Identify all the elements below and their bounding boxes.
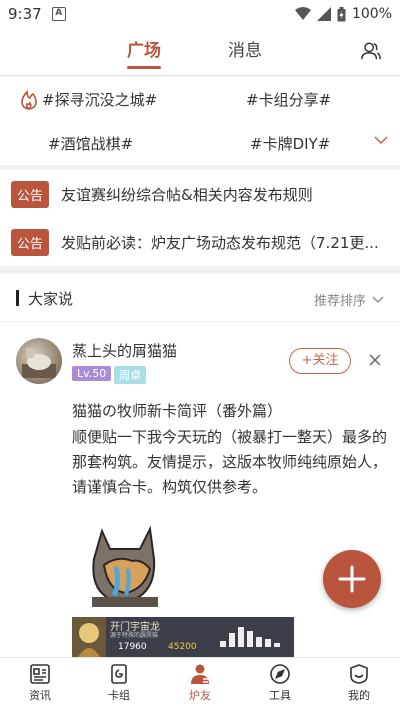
notice-text: 发贴前必读：炉友广场动态发布规范（7.21更... [61,233,379,252]
mana-curve-chart [220,627,280,647]
nav-deck[interactable]: 卡组 [89,663,149,703]
friends-icon[interactable] [360,40,382,62]
status-indicators: 100% [294,6,392,22]
notice-list: 公告 友谊赛纠纷综合帖&相关内容发布规则 公告 发贴前必读：炉友广场动态发布规范… [0,170,400,266]
nav-friends[interactable]: 炉友 [170,663,230,703]
profile-icon [350,664,368,684]
hero-portrait-icon [72,617,106,657]
nav-profile[interactable]: 我的 [329,663,389,703]
topic-label: #卡组分享# [246,91,332,109]
sort-dropdown[interactable]: 推荐排序 [314,290,384,309]
tab-square[interactable]: 广场 [127,36,161,61]
topic-grid: #探寻沉没之城# #卡组分享# #酒馆战棋# #卡牌DIY# [0,77,400,165]
status-bar: 9:37 A 100% [0,0,400,28]
nav-label: 我的 [348,689,370,702]
top-nav: 广场 消息 [0,28,400,76]
status-time: 9:37 [8,5,42,23]
nav-label: 工具 [269,689,291,702]
friends-icon [191,664,209,684]
compass-icon [270,664,290,684]
news-icon [30,664,50,684]
follow-button[interactable]: +关注 [289,348,351,374]
gold-cost: 45200 [168,642,197,652]
topic-item[interactable]: #探寻沉没之城# [20,89,157,110]
banner-subtitle: 源于特殊的霹雳猫 [110,632,159,639]
dust-cost: 17960 [118,642,147,652]
nav-label: 炉友 [189,689,211,702]
topic-item[interactable]: #酒馆战棋# [48,133,133,154]
level-badge: Lv.50 [72,366,112,381]
create-post-button[interactable] [323,550,381,608]
fire-icon [21,89,37,110]
plus-icon [338,565,366,593]
nav-label: 资讯 [29,689,51,702]
user-tag-badge: 周卓 [114,366,146,384]
section-accent-bar [16,290,19,306]
nav-label: 卡组 [108,689,130,702]
topic-item[interactable]: #卡牌DIY# [250,133,330,154]
topic-label: #酒馆战棋# [48,135,134,153]
topic-label: #探寻沉没之城# [42,91,158,109]
nav-tools[interactable]: 工具 [250,663,310,703]
wifi-icon [294,7,311,20]
active-tab-indicator [127,66,161,69]
close-icon[interactable] [368,353,382,367]
topic-label: #卡牌DIY# [250,135,331,153]
notice-badge: 公告 [11,180,50,208]
signal-icon [316,7,331,21]
tab-messages[interactable]: 消息 [228,36,262,61]
notice-item[interactable]: 公告 发贴前必读：炉友广场动态发布规范（7.21更... [0,218,400,266]
topic-item[interactable]: #卡组分享# [246,89,331,110]
battery-level: 100% [351,6,392,22]
notice-badge: 公告 [11,228,50,256]
avatar[interactable] [16,338,62,384]
deck-icon [111,664,127,684]
post-title: 猫猫の牧师新卡简评（番外篇） [72,402,283,420]
post-username[interactable]: 蒸上头的屑猫猫 [72,340,177,361]
section-title: 大家说 [28,290,74,308]
deck-banner[interactable]: 开门宇宙龙 源于特殊的霹雳猫 17960 45200 [72,617,294,657]
notice-text: 友谊赛纠纷综合帖&相关内容发布规则 [61,185,313,204]
post-body: 顺便贴一下我今天玩的（被暴打一整天）最多的那套构筑。友情提示，这版本牧师纯纯原始… [72,428,388,496]
battery-icon [337,6,346,21]
crying-cat-sticker[interactable] [80,519,170,609]
bottom-nav: 资讯 卡组 炉友 工具 我的 [0,657,400,710]
notice-item[interactable]: 公告 友谊赛纠纷综合帖&相关内容发布规则 [0,170,400,218]
nav-news[interactable]: 资讯 [10,663,70,703]
notification-a-icon: A [51,7,66,21]
chevron-down-icon[interactable] [374,135,388,145]
chevron-down-icon [372,296,384,303]
sort-label: 推荐排序 [313,294,366,309]
section-header: 大家说 推荐排序 [0,274,400,322]
avatar-image [22,348,56,378]
